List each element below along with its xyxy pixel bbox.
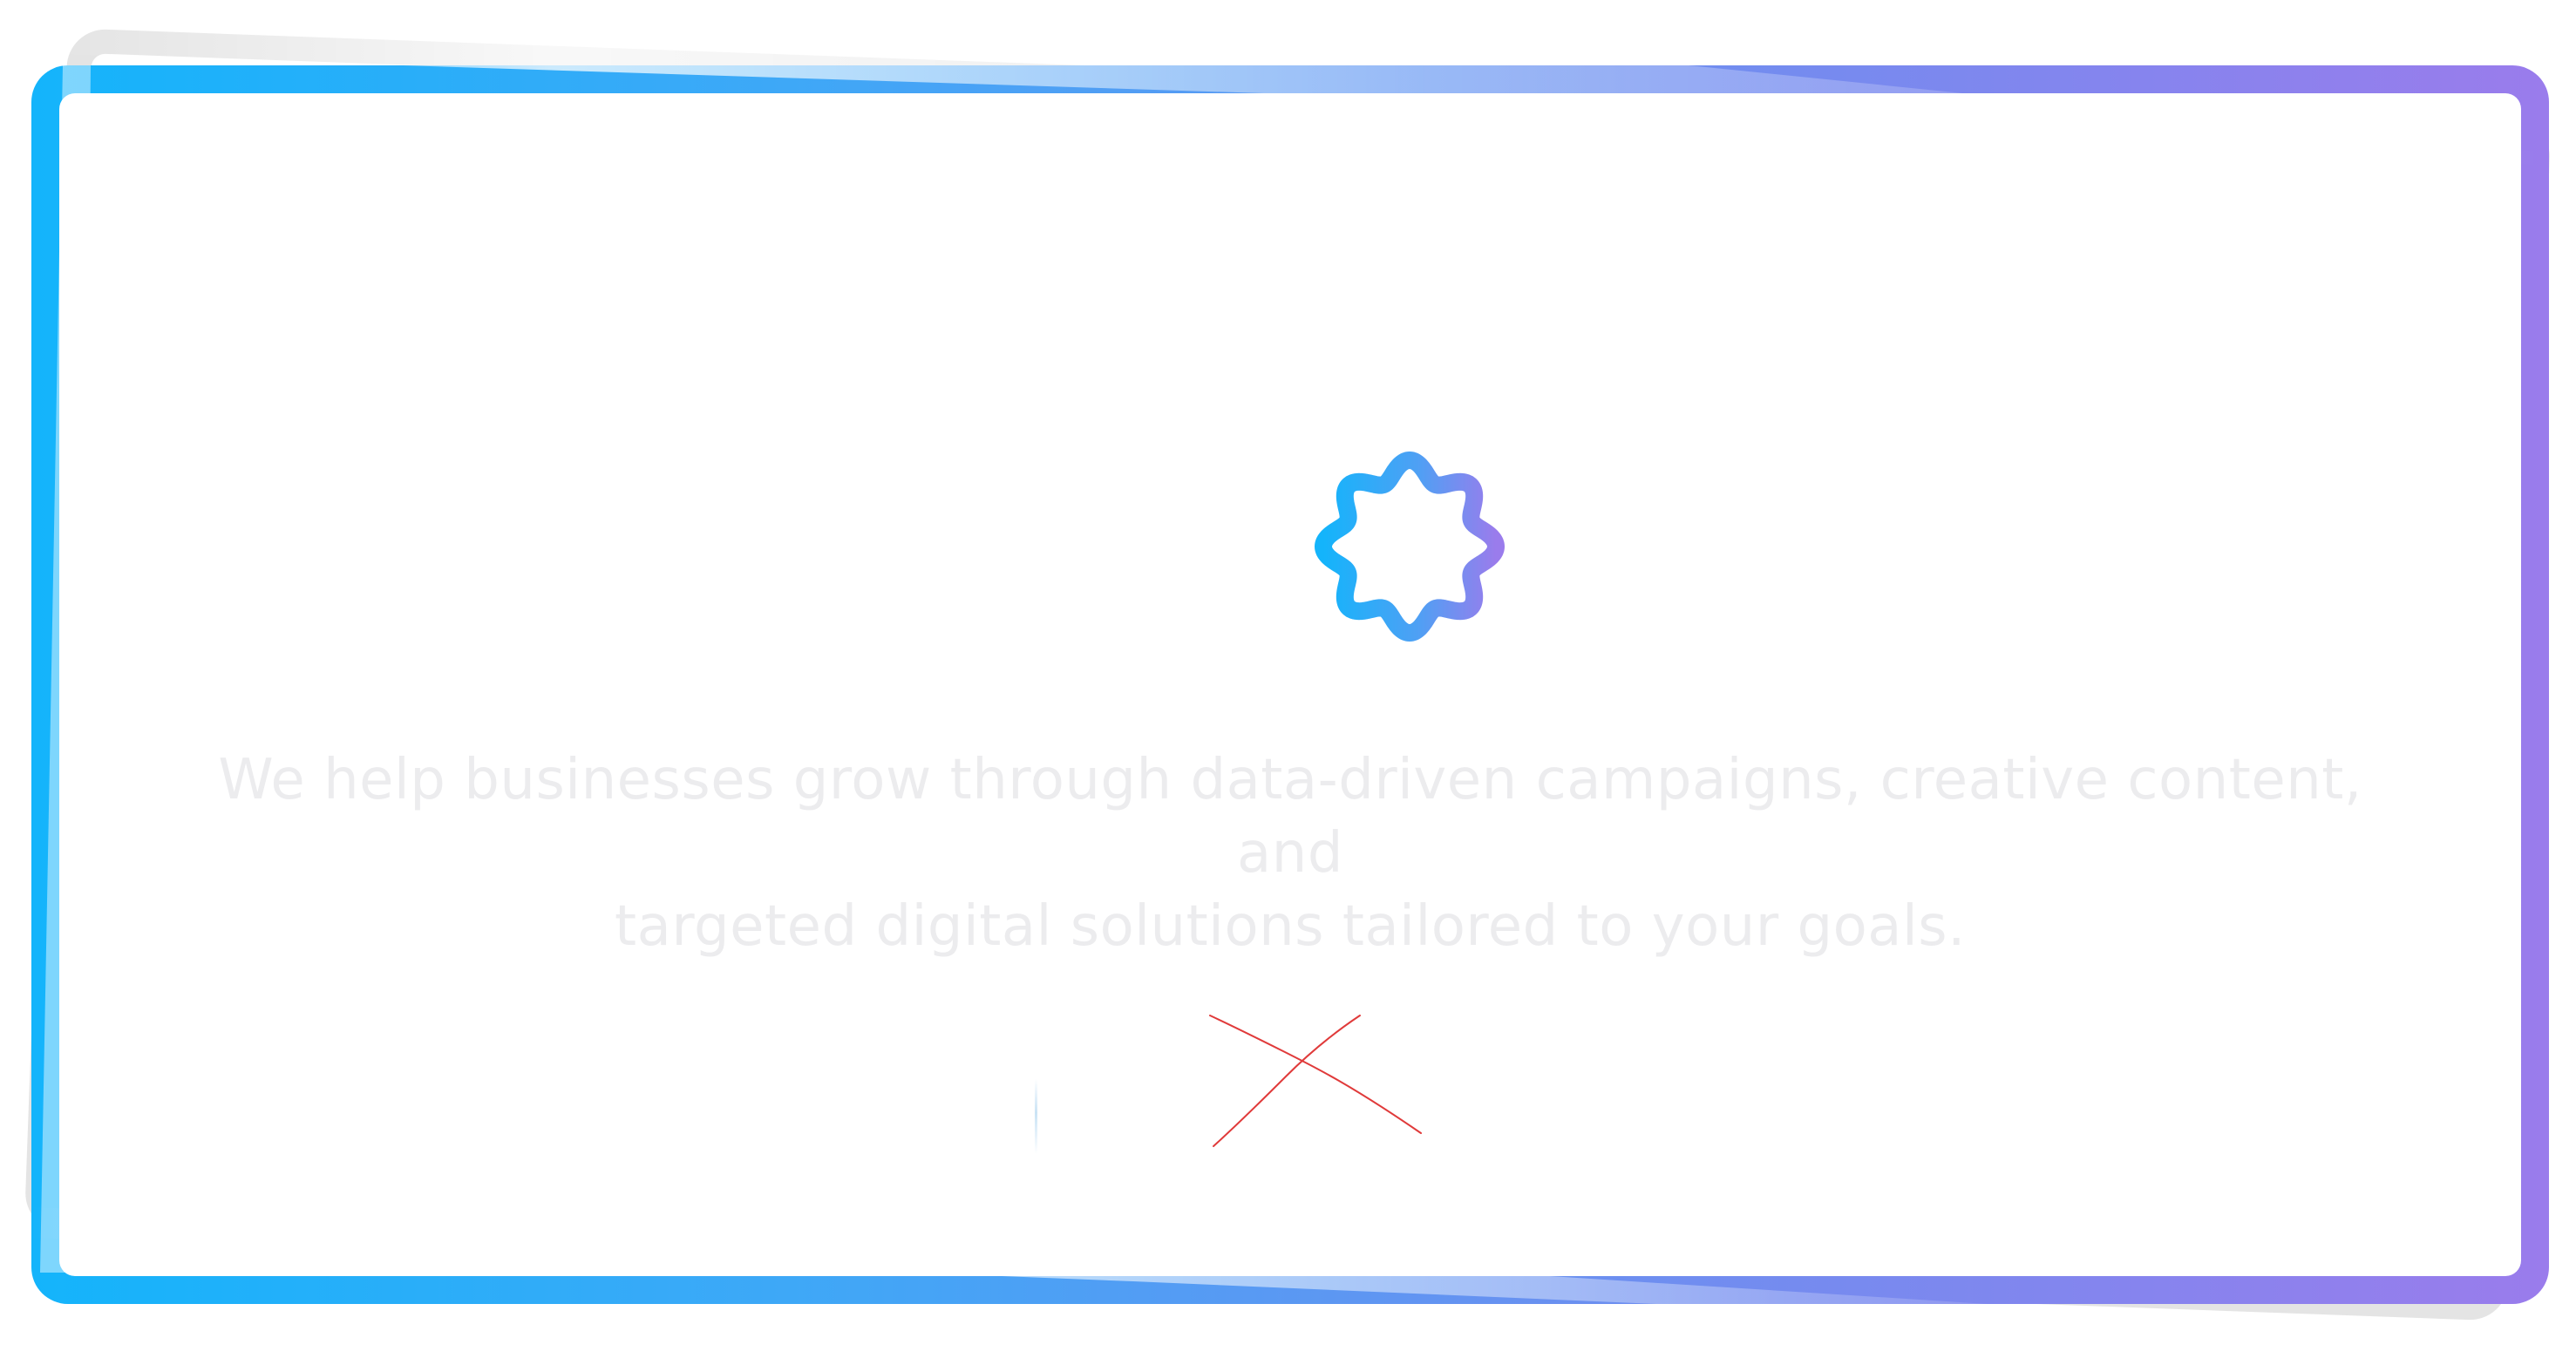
loading-screen: We help businesses grow through data-dri… — [0, 0, 2576, 1365]
flower-ring-icon — [1315, 452, 1505, 642]
faint-cursor-line — [1035, 1079, 1037, 1154]
cross-stroke-1 — [1209, 1015, 1422, 1134]
tagline-line-2: targeted digital solutions tailored to y… — [615, 894, 1966, 959]
tagline: We help businesses grow through data-dri… — [174, 744, 2406, 963]
tagline-line-1: We help businesses grow through data-dri… — [218, 748, 2362, 886]
red-cross-mark — [1209, 1015, 1422, 1147]
